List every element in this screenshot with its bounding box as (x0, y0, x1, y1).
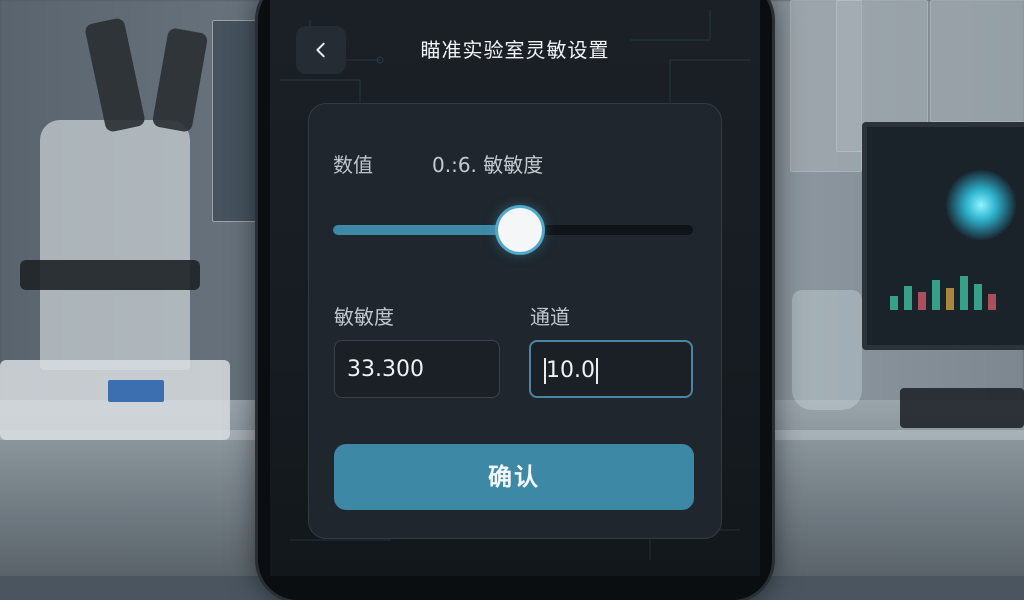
readout-label: 数值 (333, 153, 373, 177)
sensitivity-input-value: 33.300 (347, 357, 424, 382)
chevron-left-icon (316, 42, 325, 58)
readout-value: 0.:6. 敏敏度 (432, 153, 544, 177)
glass-flask (792, 290, 862, 410)
monitor-bars (890, 270, 1010, 310)
slider-thumb[interactable] (498, 208, 543, 252)
channel-input[interactable]: 10.0 (529, 340, 693, 398)
confirm-button[interactable]: 确认 (334, 444, 694, 510)
sensitivity-input[interactable]: 33.300 (334, 340, 500, 398)
channel-label: 通道 (530, 305, 570, 329)
cabinet (930, 0, 1024, 122)
keyboard (900, 388, 1024, 428)
slider-fill (333, 225, 521, 235)
channel-input-value: 10.0 (546, 358, 595, 383)
microscope-display (108, 380, 164, 402)
lab-monitor (862, 122, 1024, 350)
page-title: 瞄准实验室灵敏设置 (420, 38, 610, 62)
lab-device-panel (212, 20, 260, 222)
microscope-body (40, 120, 190, 370)
back-button[interactable] (296, 26, 346, 74)
monitor-visual (946, 170, 1016, 240)
sensitivity-slider[interactable] (333, 208, 693, 252)
text-caret (595, 358, 598, 384)
sensitivity-label: 敏敏度 (334, 305, 394, 329)
microscope-stage (20, 260, 200, 290)
